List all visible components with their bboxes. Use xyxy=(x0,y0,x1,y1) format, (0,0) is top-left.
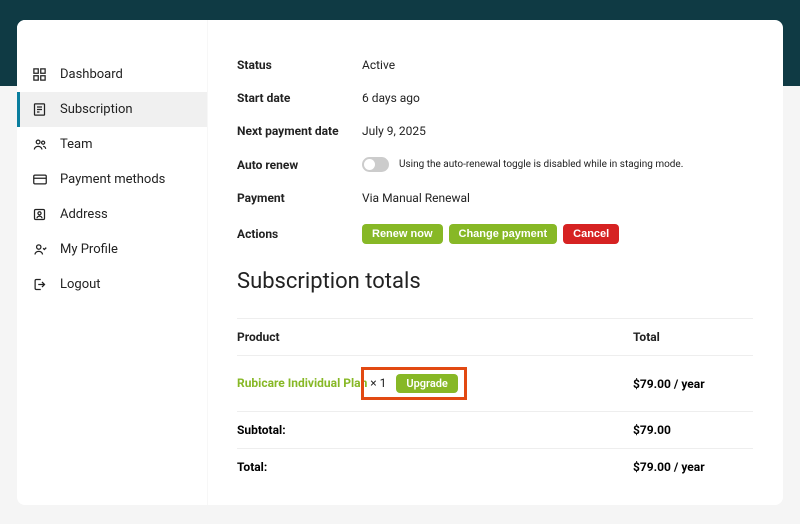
auto-renew-control: Using the auto-renewal toggle is disable… xyxy=(362,157,683,172)
start-date-label: Start date xyxy=(237,91,362,105)
sidebar-item-subscription[interactable]: Subscription xyxy=(17,92,207,127)
payment-value: Via Manual Renewal xyxy=(362,191,470,205)
dashboard-icon xyxy=(31,67,48,82)
auto-renew-label: Auto renew xyxy=(237,158,362,172)
logout-icon xyxy=(31,277,48,292)
sidebar-item-dashboard[interactable]: Dashboard xyxy=(17,57,207,92)
sidebar-item-label: Address xyxy=(60,207,108,222)
start-date-value: 6 days ago xyxy=(362,91,420,105)
team-icon xyxy=(31,137,48,152)
renew-now-button[interactable]: Renew now xyxy=(362,224,443,244)
sidebar-item-label: My Profile xyxy=(60,242,118,257)
status-label: Status xyxy=(237,58,362,72)
total-header: Total xyxy=(633,330,753,344)
subscription-totals-heading: Subscription totals xyxy=(237,269,753,294)
status-value: Active xyxy=(362,58,395,72)
product-header: Product xyxy=(237,330,633,344)
sidebar-item-label: Logout xyxy=(60,277,101,292)
sidebar-item-logout[interactable]: Logout xyxy=(17,267,207,302)
auto-renew-note: Using the auto-renewal toggle is disable… xyxy=(399,159,683,170)
sidebar-item-label: Dashboard xyxy=(60,67,123,82)
product-line-row: Rubicare Individual Plan × 1 Upgrade $79… xyxy=(237,355,753,411)
sidebar-item-team[interactable]: Team xyxy=(17,127,207,162)
sidebar-item-address[interactable]: Address xyxy=(17,197,207,232)
auto-renew-row: Auto renew Using the auto-renewal toggle… xyxy=(237,157,753,172)
sidebar-item-payment-methods[interactable]: Payment methods xyxy=(17,162,207,197)
change-payment-button[interactable]: Change payment xyxy=(449,224,558,244)
credit-card-icon xyxy=(31,172,48,187)
sidebar-item-label: Payment methods xyxy=(60,172,165,187)
sidebar-item-label: Subscription xyxy=(60,102,133,117)
total-value: $79.00 / year xyxy=(633,460,753,474)
payment-label: Payment xyxy=(237,191,362,205)
status-row: Status Active xyxy=(237,58,753,72)
auto-renew-toggle[interactable] xyxy=(362,157,389,172)
totals-header-row: Product Total xyxy=(237,319,753,355)
total-label: Total: xyxy=(237,460,633,474)
address-icon xyxy=(31,207,48,222)
subtotal-value: $79.00 xyxy=(633,423,753,437)
account-card: Dashboard Subscription Team Payment meth… xyxy=(17,20,783,505)
start-date-row: Start date 6 days ago xyxy=(237,91,753,105)
upgrade-button[interactable]: Upgrade xyxy=(396,374,457,393)
main-content: Status Active Start date 6 days ago Next… xyxy=(207,20,783,505)
next-payment-row: Next payment date July 9, 2025 xyxy=(237,124,753,138)
actions-row: Actions Renew now Change payment Cancel xyxy=(237,224,753,244)
product-name-link[interactable]: Rubicare Individual Plan xyxy=(237,376,367,390)
sidebar-item-label: Team xyxy=(60,137,93,152)
total-row: Total: $79.00 / year xyxy=(237,448,753,485)
payment-row: Payment Via Manual Renewal xyxy=(237,191,753,205)
next-payment-label: Next payment date xyxy=(237,124,362,138)
line-total: $79.00 / year xyxy=(633,377,753,391)
subtotal-row: Subtotal: $79.00 xyxy=(237,411,753,448)
subtotal-label: Subtotal: xyxy=(237,423,633,437)
sidebar: Dashboard Subscription Team Payment meth… xyxy=(17,20,207,505)
upgrade-highlight: Upgrade xyxy=(361,367,466,400)
subscription-icon xyxy=(31,102,48,117)
sidebar-item-my-profile[interactable]: My Profile xyxy=(17,232,207,267)
cancel-button[interactable]: Cancel xyxy=(563,224,619,244)
product-cell: Rubicare Individual Plan × 1 Upgrade xyxy=(237,367,633,400)
profile-icon xyxy=(31,242,48,257)
actions-buttons: Renew now Change payment Cancel xyxy=(362,224,619,244)
actions-label: Actions xyxy=(237,227,362,241)
next-payment-value: July 9, 2025 xyxy=(362,124,426,138)
